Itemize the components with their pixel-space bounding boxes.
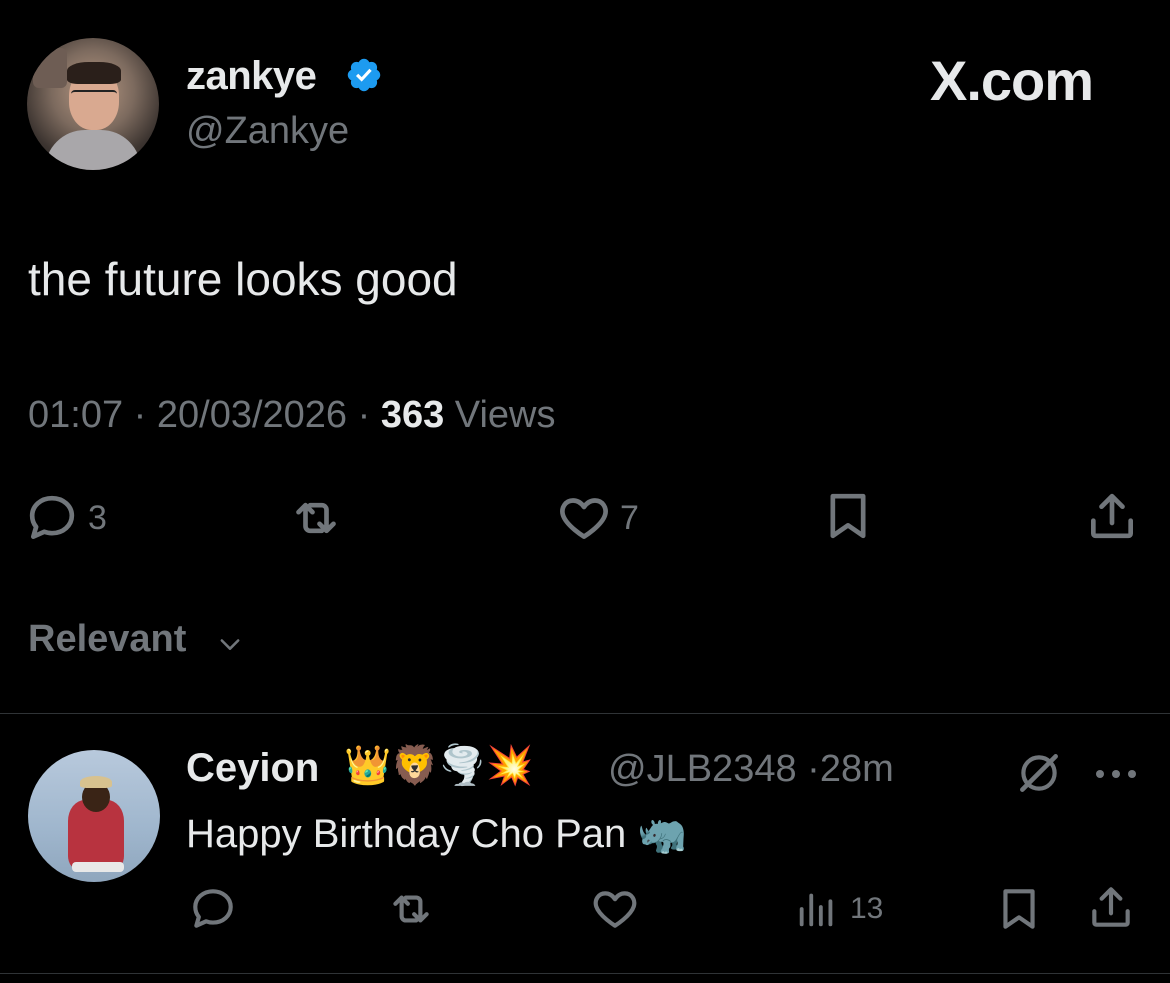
brand-label: X.com [930, 49, 1094, 112]
reply-count: 3 [88, 498, 107, 537]
reply-icon [29, 495, 75, 539]
reply-repost-icon[interactable] [386, 884, 436, 934]
meta-separator: · [133, 394, 147, 436]
author-avatar[interactable] [27, 38, 159, 170]
avatar-hair [67, 62, 121, 84]
tweet-time[interactable]: 01:07 [28, 394, 123, 436]
reply-reply-icon[interactable] [188, 884, 238, 934]
meta-separator: · [807, 748, 820, 790]
reply-bookmark-icon[interactable] [994, 884, 1044, 934]
tweet-date[interactable]: 20/03/2026 [157, 394, 347, 436]
reply-author-emojis: 👑🦁🌪️💥 [344, 745, 534, 787]
bottom-divider [0, 973, 1170, 974]
reply-author-avatar[interactable] [28, 750, 160, 882]
repost-icon [296, 502, 336, 534]
reply-age[interactable]: 28m [820, 748, 894, 790]
reply-author-name[interactable]: Ceyion [186, 746, 319, 791]
like-action[interactable]: 7 [556, 490, 639, 546]
tweet-text: the future looks good [28, 253, 458, 305]
views-label: Views [444, 394, 556, 436]
verified-badge-icon [347, 58, 381, 92]
sort-dropdown-label[interactable]: Relevant [28, 618, 186, 661]
repost-action[interactable] [288, 490, 344, 551]
grok-icon[interactable] [1014, 748, 1064, 798]
meta-separator: · [357, 394, 371, 436]
section-divider [0, 713, 1170, 714]
more-options-icon[interactable] [1092, 754, 1140, 794]
author-handle[interactable]: @Zankye [186, 110, 349, 153]
reply-text: Happy Birthday Cho Pan 🦏 [186, 812, 688, 856]
heart-icon [560, 498, 608, 539]
reply-share-icon[interactable] [1086, 882, 1136, 932]
reply-author-meta: @JLB2348 ·28m [608, 748, 894, 791]
views-count: 363 [380, 394, 445, 436]
reply-views-count: 13 [850, 892, 884, 925]
author-display-name[interactable]: zankye [186, 54, 317, 99]
reply-views-action[interactable]: 13 [794, 884, 883, 934]
reply-heart-icon[interactable] [590, 884, 640, 934]
bookmark-action[interactable] [820, 488, 876, 549]
reply-author-handle[interactable]: @JLB2348 [608, 748, 797, 790]
bookmark-icon [830, 493, 866, 539]
avatar-shirt [45, 130, 141, 170]
share-icon [1091, 493, 1133, 539]
avatar-shoes [72, 862, 124, 872]
share-action[interactable] [1084, 488, 1140, 549]
tweet-meta: 01:07 · 20/03/2026 · 363 Views [28, 394, 556, 437]
avatar-hat [80, 776, 112, 788]
chevron-down-icon[interactable] [216, 630, 244, 658]
reply-action[interactable]: 3 [24, 490, 107, 546]
avatar-background [33, 48, 67, 88]
like-count: 7 [620, 498, 639, 537]
avatar-glasses [71, 90, 117, 104]
analytics-icon [799, 893, 833, 927]
